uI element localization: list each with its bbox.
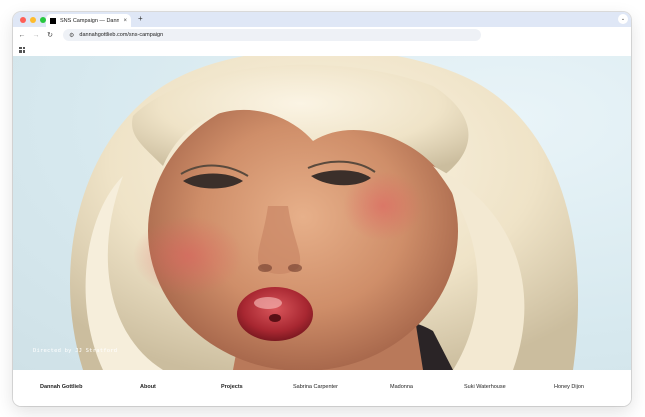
browser-toolbar: ← → ↻ ⚙ dannahgottlieb.com/sns-campaign [13, 27, 631, 43]
tab-active[interactable]: SNS Campaign — Dannah Gottlieb × [46, 14, 131, 27]
nav-item-projects[interactable]: Projects [221, 384, 243, 390]
hero-video[interactable]: Directed by JJ Stratford [13, 56, 631, 370]
tab-close-icon[interactable]: × [123, 18, 127, 24]
address-bar[interactable]: ⚙ dannahgottlieb.com/sns-campaign [63, 29, 481, 41]
forward-button[interactable]: → [32, 32, 40, 39]
site-info-icon[interactable]: ⚙ [69, 32, 74, 39]
reload-button[interactable]: ↻ [46, 31, 54, 39]
window-controls [20, 17, 46, 23]
nav-item-home[interactable]: Dannah Gottlieb [40, 384, 82, 390]
url-text[interactable]: dannahgottlieb.com/sns-campaign [79, 32, 163, 38]
hero-portrait-image [70, 56, 579, 370]
tab-search-menu-icon[interactable]: ⌄ [618, 14, 628, 24]
nav-item-madonna[interactable]: Madonna [390, 384, 413, 390]
close-window-button[interactable] [20, 17, 26, 23]
minimize-window-button[interactable] [30, 17, 36, 23]
nav-item-sabrina-carpenter[interactable]: Sabrina Carpenter [293, 384, 338, 390]
tab-title: SNS Campaign — Dannah Gottlieb [60, 17, 120, 24]
back-button[interactable]: ← [18, 32, 26, 39]
nav-item-suki-waterhouse[interactable]: Suki Waterhouse [464, 384, 506, 390]
new-tab-button[interactable]: + [138, 14, 143, 23]
browser-window: SNS Campaign — Dannah Gottlieb × + ⌄ ← →… [13, 12, 631, 406]
apps-grid-icon[interactable] [19, 46, 25, 53]
nav-item-honey-dijon[interactable]: Honey Dijon [554, 384, 584, 390]
footer-nav: Dannah Gottlieb About Projects Sabrina C… [13, 370, 631, 406]
page-content: Directed by JJ Stratford Dannah Gottlieb… [13, 56, 631, 406]
nav-item-about[interactable]: About [140, 384, 156, 390]
favicon-icon [50, 17, 56, 24]
director-credit: Directed by JJ Stratford [33, 348, 118, 354]
tab-strip: SNS Campaign — Dannah Gottlieb × + ⌄ [13, 12, 631, 27]
bookmarks-bar [13, 43, 631, 56]
